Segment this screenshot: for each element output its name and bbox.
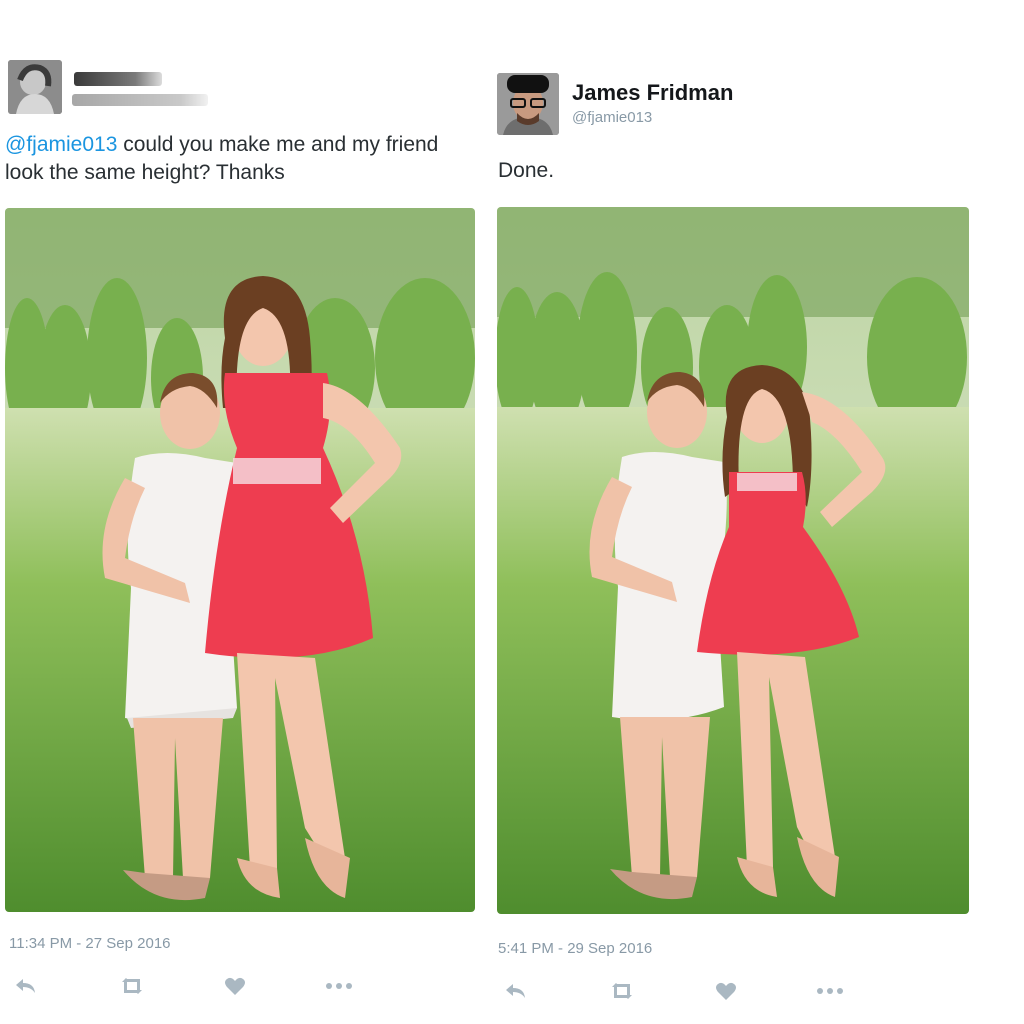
like-icon[interactable] <box>219 973 251 999</box>
more-icon[interactable] <box>814 978 846 1004</box>
user-avatar[interactable] <box>8 60 62 114</box>
tweet-timestamp[interactable]: 5:41 PM - 29 Sep 2016 <box>498 940 652 957</box>
like-icon[interactable] <box>710 978 742 1004</box>
tweet-text: @fjamie013 could you make me and my frie… <box>5 131 479 187</box>
tweet-text: Done. <box>498 159 555 182</box>
user-handle[interactable]: @fjamie013 <box>572 109 652 126</box>
redacted-handle <box>72 94 208 106</box>
tweet-photo-edited[interactable] <box>497 207 969 914</box>
redacted-display-name <box>74 72 162 86</box>
tweet-photo-original[interactable] <box>5 208 475 912</box>
display-name[interactable]: James Fridman <box>572 80 733 106</box>
retweet-icon[interactable] <box>606 978 638 1004</box>
tweet-timestamp[interactable]: 11:34 PM - 27 Sep 2016 <box>9 935 171 952</box>
retweet-icon[interactable] <box>116 973 148 999</box>
reply-icon[interactable] <box>500 978 532 1004</box>
more-icon[interactable] <box>323 973 355 999</box>
james-fridman-avatar[interactable] <box>497 73 559 135</box>
mention-link[interactable]: @fjamie013 <box>5 133 117 156</box>
tweet-response: James Fridman @fjamie013 Done. 5:41 PM -… <box>492 0 1024 1024</box>
reply-icon[interactable] <box>10 973 42 999</box>
tweet-request: @fjamie013 could you make me and my frie… <box>0 0 480 1024</box>
